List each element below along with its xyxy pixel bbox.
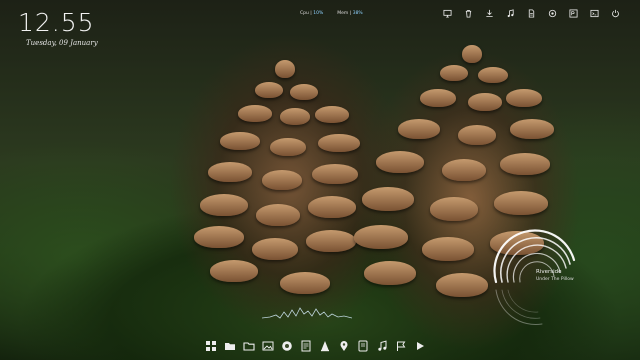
files-icon[interactable]: [299, 340, 312, 353]
clock-time: 12.55: [18, 8, 95, 37]
photoshop-icon[interactable]: [569, 9, 578, 18]
music-icon[interactable]: [375, 340, 388, 353]
clock-widget: 12.55 Tuesday, 09 January: [18, 8, 98, 47]
browser-icon[interactable]: [280, 340, 293, 353]
apps-grid-icon[interactable]: [204, 340, 217, 353]
power-icon[interactable]: [611, 9, 620, 18]
terminal-icon[interactable]: [590, 9, 599, 18]
music-rings-graphic: [493, 229, 576, 325]
notes-icon[interactable]: [356, 340, 369, 353]
download-icon[interactable]: [485, 9, 494, 18]
cpu-label: Cpu: [300, 11, 309, 16]
play-icon[interactable]: [413, 340, 426, 353]
mem-value: 38%: [352, 11, 363, 16]
music-widget[interactable]: Riverside Under The Pillow: [482, 220, 582, 330]
folder-open-icon[interactable]: [242, 340, 255, 353]
clock-date: Tuesday, 09 January: [26, 39, 98, 47]
gallery-icon[interactable]: [261, 340, 274, 353]
top-launcher-bar: [443, 9, 620, 18]
dock: [204, 337, 426, 355]
flag-icon[interactable]: [394, 340, 407, 353]
trash-icon[interactable]: [464, 9, 473, 18]
folder-icon[interactable]: [223, 340, 236, 353]
document-icon[interactable]: [527, 9, 536, 18]
vlc-icon[interactable]: [318, 340, 331, 353]
monitor-icon[interactable]: [443, 9, 452, 18]
mem-stat: Mem | 38%: [337, 11, 363, 16]
track-title: Riverside: [536, 269, 562, 275]
settings-icon[interactable]: [548, 9, 557, 18]
cpu-value: 10%: [313, 11, 324, 16]
pin-icon[interactable]: [337, 340, 350, 353]
system-stats: Cpu | 10% Mem | 38%: [300, 11, 363, 16]
mem-label: Mem: [337, 11, 349, 16]
audio-visualizer: [262, 307, 352, 319]
music-note-icon[interactable]: [506, 9, 515, 18]
track-artist: Under The Pillow: [536, 277, 574, 282]
cpu-stat: Cpu | 10%: [300, 11, 324, 16]
